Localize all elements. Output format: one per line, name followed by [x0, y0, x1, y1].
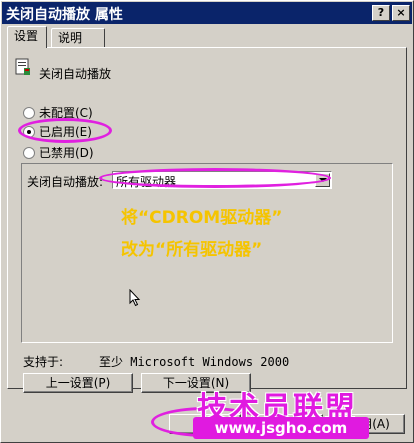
annotation-line-2: 改为“所有驱动器”: [121, 240, 263, 260]
help-button[interactable]: ?: [372, 5, 390, 21]
radio-label: 已禁用(D): [39, 146, 94, 160]
supported-on-label: 支持于:: [23, 355, 64, 369]
properties-dialog: 关闭自动播放 属性 ? × 设置 说明 关闭自动播放 未配置(C) 已启用(E)…: [0, 0, 414, 443]
highlight-ring-select: [99, 168, 331, 188]
autoplay-drive-label: 关闭自动播放:: [27, 175, 104, 189]
policy-setting-icon: [15, 58, 30, 75]
policy-name: 关闭自动播放: [39, 67, 112, 81]
close-button[interactable]: ×: [392, 5, 410, 21]
window-title: 关闭自动播放 属性: [6, 7, 123, 23]
radio-disabled[interactable]: 已禁用(D): [23, 144, 94, 160]
supported-on-value: 至少 Microsoft Windows 2000: [99, 355, 290, 369]
tab-settings[interactable]: 设置: [7, 26, 47, 48]
previous-setting-button[interactable]: 上一设置(P): [23, 373, 133, 393]
radio-button[interactable]: [23, 106, 35, 119]
annotation-line-1: 将“CDROM驱动器”: [121, 208, 283, 228]
watermark-url: www.jsgho.com: [193, 417, 369, 439]
mouse-pointer-icon: [129, 289, 141, 307]
tab-explain[interactable]: 说明: [51, 28, 105, 48]
highlight-ring-enabled: [18, 118, 112, 143]
radio-button[interactable]: [23, 146, 35, 159]
title-bar[interactable]: 关闭自动播放 属性 ? ×: [2, 2, 412, 24]
